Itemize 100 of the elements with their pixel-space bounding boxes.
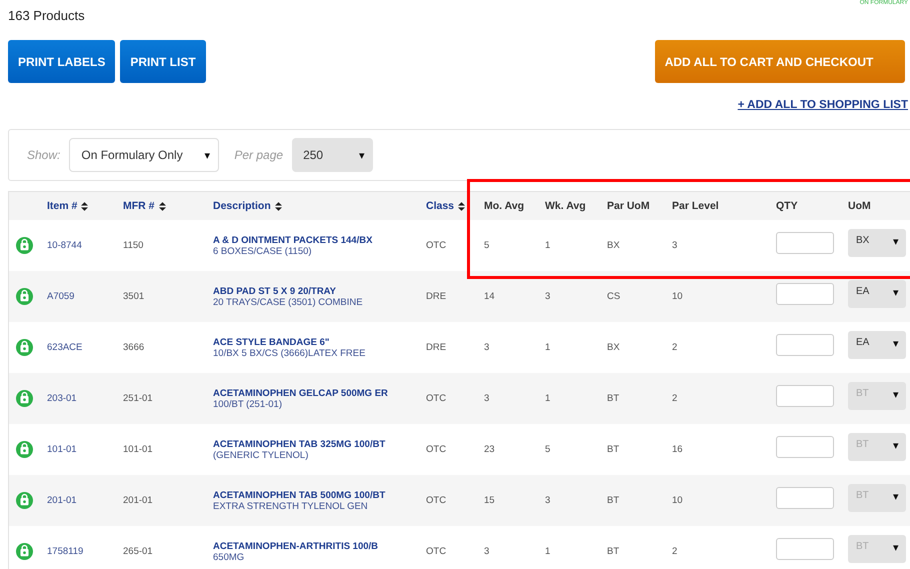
table-cell-text: BX bbox=[607, 240, 621, 251]
column-header: UoM bbox=[848, 200, 872, 212]
item-number-link[interactable]: 623ACE bbox=[47, 342, 82, 353]
lock-icon bbox=[16, 390, 33, 407]
table-cell-text: 101-01 bbox=[123, 444, 154, 455]
table-cell-text: 14 bbox=[484, 291, 496, 302]
table-cell-text: 23 bbox=[484, 444, 496, 455]
table-cell-text: 10 bbox=[672, 495, 684, 506]
table-cell-text: 3 bbox=[672, 240, 678, 251]
table-cell-text: BT bbox=[607, 546, 620, 557]
quantity-field[interactable] bbox=[776, 384, 834, 406]
sortable-column-header[interactable]: MFR # bbox=[123, 200, 213, 212]
table-cell-text: OTC bbox=[426, 240, 448, 251]
product-name-link[interactable]: A & D OINTMENT PACKETS 144/BX bbox=[213, 234, 372, 246]
lock-icon bbox=[16, 543, 33, 560]
table-cell-text: 2 bbox=[672, 546, 678, 557]
table-cell-text: 3 bbox=[484, 393, 490, 404]
product-name-link[interactable]: ACETAMINOPHEN-ARTHRITIS 100/B bbox=[213, 540, 378, 552]
show-label: Show: bbox=[27, 148, 60, 162]
table-cell-text: 3666 bbox=[123, 342, 146, 353]
column-header: Par Level bbox=[672, 200, 720, 212]
item-number-link[interactable]: 10-8744 bbox=[47, 240, 82, 251]
product-count: 163 Products bbox=[8, 8, 85, 25]
product-name-link[interactable]: ACETAMINOPHEN TAB 325MG 100/BT bbox=[213, 438, 386, 450]
quantity-field[interactable] bbox=[776, 436, 834, 458]
table-cell-text: 5 bbox=[545, 444, 552, 455]
table-cell-text: OTC bbox=[426, 393, 448, 404]
quantity-field[interactable] bbox=[776, 486, 834, 508]
table-cell-text: 10 bbox=[672, 291, 684, 302]
table-cell-text: BX bbox=[607, 342, 621, 353]
product-name-link[interactable]: ACETAMINOPHEN GELCAP 500MG ER bbox=[213, 388, 388, 398]
table-cell-text: 3 bbox=[484, 546, 490, 557]
table-cell-text: 3 bbox=[484, 342, 490, 353]
quantity-field[interactable] bbox=[776, 538, 834, 560]
item-number-link[interactable]: 1758119 bbox=[47, 546, 84, 557]
table-cell-text: OTC bbox=[426, 546, 448, 557]
table-cell-text: 1 bbox=[545, 393, 552, 404]
table-cell-text: 251-01 bbox=[123, 393, 154, 404]
per-page-dropdown[interactable]: 250 ▾ bbox=[292, 138, 374, 172]
uom-dropdown[interactable]: BX ▾ bbox=[848, 228, 906, 256]
table-cell-text: 15 bbox=[484, 495, 496, 506]
table-cell-text: 1 bbox=[545, 546, 552, 557]
table-cell-text: 201-01 bbox=[123, 495, 154, 506]
sortable-column-header[interactable]: Description bbox=[213, 200, 426, 212]
table-cell-text: CS bbox=[607, 291, 622, 302]
product-name-link[interactable]: ACE STYLE BANDAGE 6" bbox=[213, 336, 330, 348]
sort-icon bbox=[158, 202, 166, 210]
item-number-link[interactable]: A7059 bbox=[47, 291, 74, 302]
product-detail: EXTRA STRENGTH TYLENOL GEN bbox=[213, 500, 368, 512]
per-page-label: Per page bbox=[234, 148, 284, 162]
quantity-field[interactable] bbox=[776, 232, 834, 254]
action-button[interactable]: PRINT LABELS bbox=[8, 40, 116, 83]
lock-icon bbox=[16, 339, 33, 356]
product-name-link[interactable]: ABD PAD ST 5 X 9 20/TRAY bbox=[213, 286, 336, 296]
lock-icon bbox=[16, 237, 33, 254]
lock-icon bbox=[16, 288, 33, 305]
table-cell-text: 2 bbox=[672, 393, 678, 404]
product-detail: 10/BX 5 BX/CS (3666)LATEX FREE bbox=[213, 348, 366, 358]
uom-dropdown[interactable]: EA ▾ bbox=[848, 280, 906, 308]
table-cell-text: OTC bbox=[426, 495, 448, 506]
product-name-link[interactable]: ACETAMINOPHEN TAB 500MG 100/BT bbox=[213, 490, 386, 500]
table-cell-text: 265-01 bbox=[123, 546, 154, 557]
column-header: Par UoM bbox=[607, 200, 651, 212]
lock-icon bbox=[16, 441, 33, 458]
table-cell-text: BT bbox=[607, 495, 620, 506]
table-cell-text: DRE bbox=[426, 342, 448, 353]
sortable-column-header[interactable]: Item # bbox=[47, 200, 123, 212]
show-dropdown[interactable]: On Formulary Only ▾ bbox=[69, 138, 220, 172]
table-cell-text: 5 bbox=[484, 240, 490, 251]
quantity-field[interactable] bbox=[776, 282, 834, 304]
sortable-column-header[interactable]: Class bbox=[426, 200, 484, 212]
item-number-link[interactable]: 203-01 bbox=[47, 393, 77, 404]
product-detail: 20 TRAYS/CASE (3501) COMBINE bbox=[213, 296, 363, 308]
table-cell-text: BT bbox=[607, 393, 620, 404]
quantity-field[interactable] bbox=[776, 334, 834, 356]
action-button[interactable]: PRINT LIST bbox=[120, 40, 206, 83]
table-cell-text: 3501 bbox=[123, 291, 146, 302]
shopping-list-link[interactable]: + ADD ALL TO SHOPPING LIST bbox=[738, 99, 908, 111]
table-cell-text: 16 bbox=[672, 444, 684, 455]
product-detail: 650MG bbox=[213, 552, 244, 562]
sort-icon bbox=[458, 202, 466, 210]
table-cell-text: 3 bbox=[545, 291, 552, 302]
column-header: Mo. Avg bbox=[484, 200, 526, 212]
item-number-link[interactable]: 101-01 bbox=[47, 444, 77, 455]
product-detail: 100/BT (251-01) bbox=[213, 398, 282, 410]
table-cell-text: 1150 bbox=[123, 240, 144, 251]
table-cell-text: 1 bbox=[545, 342, 552, 353]
table-cell-text: OTC bbox=[426, 444, 448, 455]
table-cell-text: BT bbox=[607, 444, 620, 455]
sort-icon bbox=[81, 202, 88, 210]
sort-icon bbox=[274, 202, 282, 210]
item-number-link[interactable]: 201-01 bbox=[47, 495, 77, 506]
column-header: QTY bbox=[776, 200, 799, 212]
product-detail: (GENERIC TYLENOL) bbox=[213, 450, 308, 460]
column-header: Wk. Avg bbox=[545, 200, 587, 212]
table-cell-text: 2 bbox=[672, 342, 678, 353]
lock-icon bbox=[16, 492, 33, 509]
table-cell-text: DRE bbox=[426, 291, 448, 302]
uom-dropdown[interactable]: EA ▾ bbox=[848, 330, 906, 358]
table-cell-text: 3 bbox=[545, 495, 552, 506]
